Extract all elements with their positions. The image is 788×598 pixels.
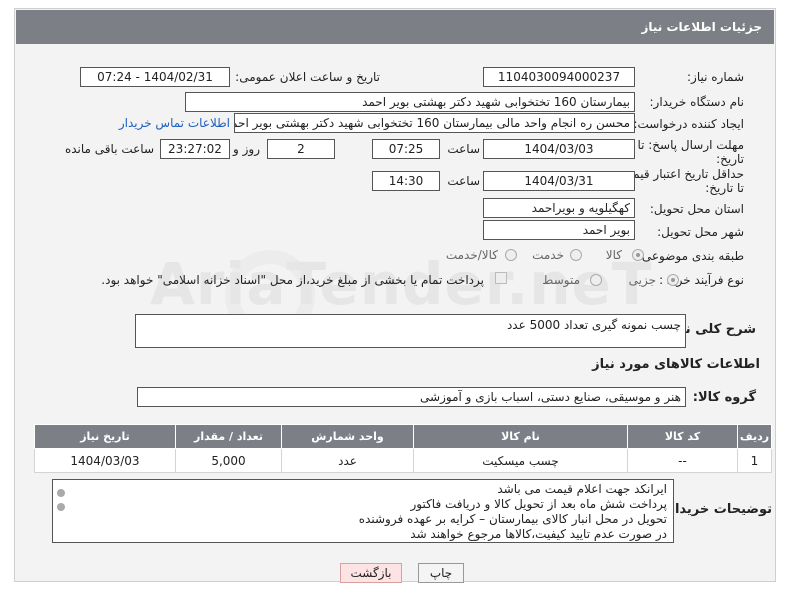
treasury-checkbox[interactable] — [495, 272, 507, 284]
notes-label: توضیحات خریدار: — [662, 502, 772, 517]
buyer-org-field: بیمارستان 160 تختخوابی شهید دکتر بهشتی ب… — [185, 92, 635, 112]
notes-textarea[interactable]: ایرانکد جهت اعلام قیمت می باشد پرداخت شش… — [52, 479, 674, 543]
category-goods-label: کالا — [605, 248, 622, 262]
notes-scrollbar[interactable] — [54, 481, 68, 541]
col-row-header: ردیف — [737, 424, 772, 449]
cell-code: -- — [627, 448, 738, 473]
requester-field: محسن ره انجام واحد مالی بیمارستان 160 تخ… — [234, 113, 635, 133]
process-medium-radio[interactable] — [590, 274, 602, 286]
print-button[interactable]: چاپ — [418, 563, 464, 583]
category-label: طبقه بندی موضوعی: — [637, 249, 744, 263]
cell-date: 1404/03/03 — [34, 448, 176, 473]
table-row: 1 -- چسب میسکیت عدد 5,000 1404/03/03 — [34, 448, 772, 473]
col-date-header: تاریخ نیاز — [34, 424, 176, 449]
scroll-thumb-icon[interactable] — [57, 503, 65, 511]
goods-table: ردیف کد کالا نام کالا واحد شمارش تعداد /… — [34, 424, 772, 473]
notes-line: ایرانکد جهت اعلام قیمت می باشد — [497, 482, 667, 496]
province-field: کهگیلویه و بویراحمد — [483, 198, 635, 218]
reply-date-field: 1404/03/03 — [483, 139, 635, 159]
cell-unit: عدد — [281, 448, 414, 473]
category-goods-radio[interactable] — [632, 249, 644, 261]
need-number-field: 1104030094000237 — [483, 67, 635, 87]
col-unit-header: واحد شمارش — [281, 424, 414, 449]
cell-name: چسب میسکیت — [413, 448, 628, 473]
buyer-org-label: نام دستگاه خریدار: — [649, 95, 745, 109]
notes-line: پرداخت شش ماه بعد از تحویل کالا و دریافت… — [410, 497, 667, 511]
page-title: جزئیات اطلاعات نیاز — [16, 10, 774, 44]
col-name-header: نام کالا — [413, 424, 628, 449]
process-minor-radio[interactable] — [667, 274, 679, 286]
need-number-label: شماره نیاز: — [687, 70, 744, 84]
goods-group-field: هنر و موسیقی، صنایع دستی، اسباب بازی و آ… — [137, 387, 686, 407]
goods-section-title: اطلاعات کالاهای مورد نیاز — [592, 357, 760, 372]
cell-qty: 5,000 — [175, 448, 282, 473]
remaining-time-field: 23:27:02 — [160, 139, 230, 159]
scroll-up-icon[interactable] — [57, 489, 65, 497]
price-time-label: ساعت — [447, 174, 480, 188]
category-both-radio[interactable] — [505, 249, 517, 261]
col-qty-header: تعداد / مقدار — [175, 424, 282, 449]
notes-line: در صورت عدم تایید کیفیت،کالاها مرجوع خوا… — [410, 527, 667, 541]
price-time-field: 14:30 — [372, 171, 440, 191]
price-date-field: 1404/03/31 — [483, 171, 635, 191]
days-field: 2 — [267, 139, 335, 159]
cell-row: 1 — [737, 448, 772, 473]
table-header-row: ردیف کد کالا نام کالا واحد شمارش تعداد /… — [34, 424, 772, 449]
category-service-radio[interactable] — [570, 249, 582, 261]
city-label: شهر محل تحویل: — [657, 225, 744, 239]
reply-deadline-label: مهلت ارسال پاسخ: تا تاریخ: — [637, 138, 744, 166]
announce-field: 1404/02/31 - 07:24 — [80, 67, 230, 87]
reply-time-field: 07:25 — [372, 139, 440, 159]
announce-label: تاریخ و ساعت اعلان عمومی: — [235, 70, 380, 84]
city-field: بویر احمد — [483, 220, 635, 240]
category-service-label: خدمت — [532, 248, 564, 262]
days-label: روز و — [233, 142, 260, 156]
reply-time-label: ساعت — [447, 142, 480, 156]
notes-line: تحویل در محل انبار کالای بیمارستان – کرا… — [358, 512, 667, 526]
buyer-contact-link[interactable]: اطلاعات تماس خریدار — [119, 116, 230, 130]
process-minor-label: جزیی — [628, 273, 656, 287]
back-button[interactable]: بازگشت — [340, 563, 402, 583]
col-code-header: کد کالا — [627, 424, 738, 449]
category-both-label: کالا/خدمت — [445, 248, 498, 262]
process-medium-label: متوسط — [542, 273, 580, 287]
goods-group-label: گروه کالا: — [692, 390, 756, 405]
requester-label: ایجاد کننده درخواست: — [633, 117, 744, 131]
treasury-note: پرداخت تمام یا بخشی از مبلغ خرید،از محل … — [101, 273, 484, 287]
province-label: استان محل تحویل: — [649, 202, 744, 216]
description-textarea[interactable]: چسب نمونه گیری تعداد 5000 عدد — [135, 314, 686, 348]
remaining-label: ساعت باقی مانده — [64, 142, 154, 156]
